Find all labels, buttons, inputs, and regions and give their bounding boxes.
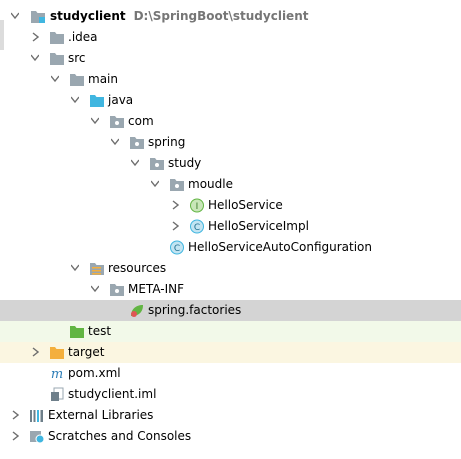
folder-icon [70,74,84,86]
test-folder-icon [70,326,84,338]
package-icon [130,137,144,149]
chevron-right-icon[interactable] [11,410,19,420]
folder-icon [50,53,64,65]
project-name: studyclient [50,9,126,23]
chevron-down-icon[interactable] [91,284,99,294]
tree-item-main[interactable]: main [0,69,461,90]
tree-item-label: spring.factories [148,303,242,317]
left-edge-marker [0,20,4,50]
spring-file-icon [131,305,143,317]
chevron-down-icon[interactable] [111,137,119,147]
tree-item-label: spring [148,135,186,149]
tree-item-com[interactable]: com [0,111,461,132]
tree-item-studyclient-iml[interactable]: studyclient.iml [0,384,461,405]
folder-icon [50,32,64,44]
chevron-down-icon[interactable] [31,53,39,63]
chevron-right-icon[interactable] [171,200,179,210]
tree-item-meta-inf[interactable]: META-INF [0,279,461,300]
project-tree: studyclient D:\SpringBoot\studyclient .id… [0,0,461,459]
tree-item-helloserviceimpl[interactable]: C HelloServiceImpl [0,216,461,237]
chevron-down-icon[interactable] [11,11,19,21]
tree-item-java[interactable]: java [0,90,461,111]
tree-item-external-libraries[interactable]: External Libraries [0,405,461,426]
chevron-down-icon[interactable] [131,158,139,168]
tree-item-helloserviceautoconfiguration[interactable]: C HelloServiceAutoConfiguration [0,237,461,258]
tree-item-label: study [168,156,202,170]
chevron-right-icon[interactable] [11,431,19,441]
tree-item-target[interactable]: target [0,342,461,363]
tree-item-label: META-INF [128,282,185,296]
chevron-down-icon[interactable] [91,116,99,126]
tree-item-spring-factories[interactable]: spring.factories [0,300,461,321]
chevron-down-icon[interactable] [71,263,79,273]
package-icon [150,158,164,170]
chevron-right-icon[interactable] [31,347,39,357]
maven-icon: m [51,367,63,381]
svg-text:C: C [194,223,200,233]
tree-item-label: target [68,345,105,359]
module-folder-icon [31,11,45,23]
interface-icon: I [190,198,204,213]
class-icon: C [190,219,204,234]
tree-item-study[interactable]: study [0,153,461,174]
tree-item-label: HelloServiceImpl [208,219,309,233]
svg-text:m: m [51,367,63,381]
tree-item-label: src [68,51,86,65]
tree-item-label: test [88,324,112,338]
tree-item-scratches-and-consoles[interactable]: Scratches and Consoles [0,426,461,447]
iml-file-icon [51,387,64,401]
tree-item-test[interactable]: test [0,321,461,342]
tree-item-pom-xml[interactable]: m pom.xml [0,363,461,384]
tree-item-label: pom.xml [68,366,121,380]
tree-item-label: resources [108,261,167,275]
chevron-down-icon[interactable] [51,74,59,84]
tree-item-label: HelloService [208,198,283,212]
excluded-folder-icon [50,347,64,359]
scratches-icon [30,431,45,444]
source-root-folder-icon [90,95,104,107]
tree-item-label: HelloServiceAutoConfiguration [188,240,373,254]
tree-item-moudle[interactable]: moudle [0,174,461,195]
chevron-down-icon[interactable] [151,179,159,189]
tree-item-studyclient-root[interactable]: studyclient D:\SpringBoot\studyclient [0,6,461,27]
tree-item-label: External Libraries [48,408,154,422]
tree-item-helloservice[interactable]: I HelloService [0,195,461,216]
tree-item-label: .idea [68,30,98,44]
tree-item-resources[interactable]: resources [0,258,461,279]
tree-item-src[interactable]: src [0,48,461,69]
tree-item-label: java [108,93,134,107]
package-icon [110,116,124,128]
svg-text:I: I [196,202,199,212]
package-icon [110,284,124,296]
package-icon [170,179,184,191]
tree-item-label: studyclient.iml [68,387,157,401]
tree-item-label: moudle [188,177,233,191]
tree-item-label: Scratches and Consoles [48,429,192,443]
svg-text:C: C [174,244,180,254]
tree-item-spring[interactable]: spring [0,132,461,153]
chevron-right-icon[interactable] [31,32,39,42]
libraries-icon [30,410,43,422]
chevron-down-icon[interactable] [71,95,79,105]
resources-folder-icon [90,263,104,275]
tree-item-label: com [128,114,154,128]
tree-item-idea[interactable]: .idea [0,27,461,48]
chevron-right-icon[interactable] [171,221,179,231]
project-path: D:\SpringBoot\studyclient [133,9,309,23]
tree-item-label: main [88,72,118,86]
class-icon: C [170,240,184,255]
